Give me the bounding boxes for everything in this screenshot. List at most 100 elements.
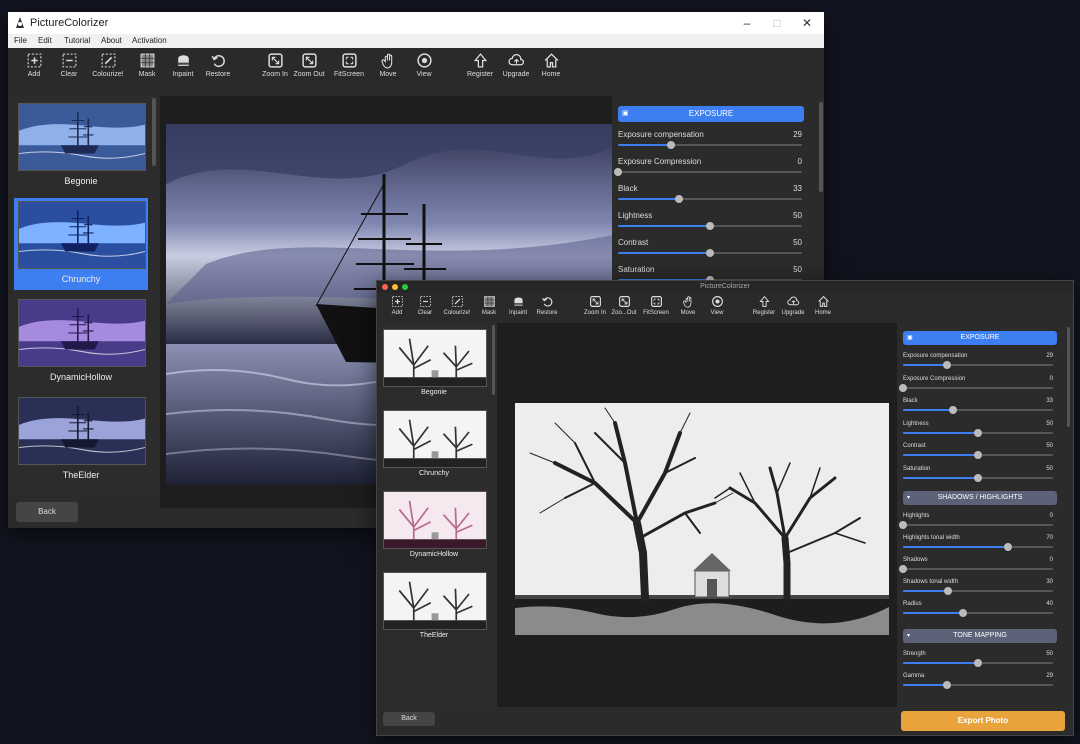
toolbar-clear-button[interactable]: Clear <box>407 295 443 316</box>
slider-handle[interactable] <box>899 383 907 392</box>
section-toggle-icon: ▣ <box>907 335 913 341</box>
slider-handle[interactable] <box>943 681 951 689</box>
slider-handle[interactable] <box>974 473 982 482</box>
parameter-slider[interactable] <box>903 451 1053 459</box>
toolbar-restore-button[interactable]: Restore <box>200 52 236 78</box>
slider-handle[interactable] <box>899 565 907 573</box>
parameter-slider[interactable] <box>903 543 1053 551</box>
parameter-slider[interactable] <box>618 195 802 203</box>
slider-handle[interactable] <box>974 659 982 667</box>
toolbar-label: FitScreen <box>643 310 669 316</box>
slider-handle[interactable] <box>944 587 952 595</box>
toolbar-colourize-button[interactable]: Colourize! <box>439 295 475 316</box>
register-icon <box>758 295 770 307</box>
parameter-slider[interactable] <box>618 141 802 149</box>
toolbar-fit-screen-button[interactable]: FitScreen <box>331 52 367 78</box>
toolbar-move-button[interactable]: Move <box>370 52 406 78</box>
parameter-slider[interactable] <box>903 473 1053 482</box>
toolbar-fit-screen-button[interactable]: FitScreen <box>638 295 674 316</box>
exposure-section-header[interactable]: ▣ EXPOSURE <box>903 331 1057 345</box>
preset-item-chrunchy[interactable]: Chrunchy <box>14 198 148 290</box>
parameter-slider[interactable] <box>899 565 1053 573</box>
toolbar-inpaint-button[interactable]: Inpaint <box>165 52 201 78</box>
slider-handle[interactable] <box>974 451 982 459</box>
parameter-slider[interactable] <box>903 361 1053 369</box>
parameter-value: 29 <box>793 130 802 139</box>
parameter-slider[interactable] <box>618 222 802 230</box>
slider-handle[interactable] <box>614 168 622 176</box>
toolbar-colourize-button[interactable]: Colourize! <box>90 52 126 78</box>
preset-label: TheElder <box>62 470 100 480</box>
slider-handle[interactable] <box>706 222 714 230</box>
menu-activation[interactable]: Activation <box>132 36 167 45</box>
slider-fill <box>618 225 710 227</box>
toolbar-mask-button[interactable]: Mask <box>129 52 165 78</box>
menu-edit[interactable]: Edit <box>38 36 52 45</box>
preset-thumbnail <box>383 491 487 549</box>
toolbar-register-button[interactable]: Register <box>462 52 498 78</box>
export-photo-button[interactable]: Export Photo <box>901 711 1065 731</box>
toolbar-zoom-out-button[interactable]: Zoom Out <box>291 52 327 78</box>
slider-handle[interactable] <box>899 521 907 529</box>
parameter-slider[interactable] <box>614 168 802 176</box>
preset-item-begonie[interactable]: Begonie <box>379 327 489 403</box>
toolbar-add-button[interactable]: Add <box>16 52 52 78</box>
parameter-slider[interactable] <box>899 521 1053 529</box>
slider-handle[interactable] <box>675 195 683 203</box>
parameter-slider[interactable] <box>903 609 1053 617</box>
toolbar-label: Register <box>752 310 776 316</box>
preset-item-dynamichollow[interactable]: DynamicHollow <box>14 296 148 388</box>
parameter-slider[interactable] <box>903 659 1053 667</box>
toolbar-clear-button[interactable]: Clear <box>51 52 87 78</box>
preset-scrollbar[interactable] <box>492 325 495 395</box>
toolbar-upgrade-button[interactable]: Upgrade <box>498 52 534 78</box>
preset-item-begonie[interactable]: Begonie <box>14 100 148 192</box>
parameter-slider[interactable] <box>903 406 1053 414</box>
preset-item-chrunchy[interactable]: Chrunchy <box>379 408 489 484</box>
back-button[interactable]: Back <box>16 502 78 522</box>
image-canvas[interactable] <box>497 323 897 707</box>
preset-item-theelder[interactable]: TheElder <box>379 570 489 646</box>
panel-scrollbar[interactable] <box>1067 327 1070 427</box>
parameter-row: Highlights tonal width 70 <box>903 535 1053 552</box>
close-button[interactable]: ✕ <box>794 15 820 31</box>
toolbar-label: Register <box>466 71 494 78</box>
toolbar-home-button[interactable]: Home <box>805 295 841 316</box>
toolbar-view-button[interactable]: View <box>699 295 735 316</box>
parameter-slider[interactable] <box>903 681 1053 689</box>
menu-about[interactable]: About <box>101 36 122 45</box>
toolbar-zoom-in-button[interactable]: Zoom In <box>257 52 293 78</box>
toolbar-view-button[interactable]: View <box>406 52 442 78</box>
title-bar: PictureColorizer <box>377 281 1073 293</box>
slider-handle[interactable] <box>706 249 714 257</box>
shadows-highlights-section-header[interactable]: ▾ SHADOWS / HIGHLIGHTS <box>903 491 1057 505</box>
slider-handle[interactable] <box>959 609 967 617</box>
slider-handle[interactable] <box>974 428 982 437</box>
parameter-slider[interactable] <box>899 383 1053 392</box>
trees-photo <box>515 403 889 635</box>
menu-tutorial[interactable]: Tutorial <box>64 36 90 45</box>
slider-handle[interactable] <box>943 361 951 369</box>
toolbar-home-button[interactable]: Home <box>533 52 569 78</box>
preset-item-dynamichollow[interactable]: DynamicHollow <box>379 489 489 565</box>
minimize-button[interactable]: – <box>734 15 760 31</box>
exposure-section-header[interactable]: ▣ EXPOSURE <box>618 106 804 122</box>
maximize-button[interactable]: □ <box>764 15 790 31</box>
toolbar-restore-button[interactable]: Restore <box>529 295 565 316</box>
toolbar-label: Clear <box>60 71 78 78</box>
fit-screen-icon <box>650 296 662 307</box>
menu-file[interactable]: File <box>14 36 27 45</box>
slider-handle[interactable] <box>949 406 957 414</box>
toolbar-zoom-out-button[interactable]: Zoo...Out <box>606 295 642 316</box>
parameter-slider[interactable] <box>903 428 1053 437</box>
slider-handle[interactable] <box>667 141 675 149</box>
parameter-slider[interactable] <box>903 587 1053 595</box>
preset-scrollbar[interactable] <box>152 98 156 166</box>
back-button[interactable]: Back <box>383 712 435 726</box>
slider-handle[interactable] <box>1004 543 1012 551</box>
preset-item-theelder[interactable]: TheElder <box>14 394 148 486</box>
parameter-slider[interactable] <box>618 249 802 257</box>
register-icon <box>473 53 487 68</box>
tone-mapping-section-header[interactable]: ▾ TONE MAPPING <box>903 629 1057 643</box>
panel-scrollbar[interactable] <box>819 102 823 192</box>
